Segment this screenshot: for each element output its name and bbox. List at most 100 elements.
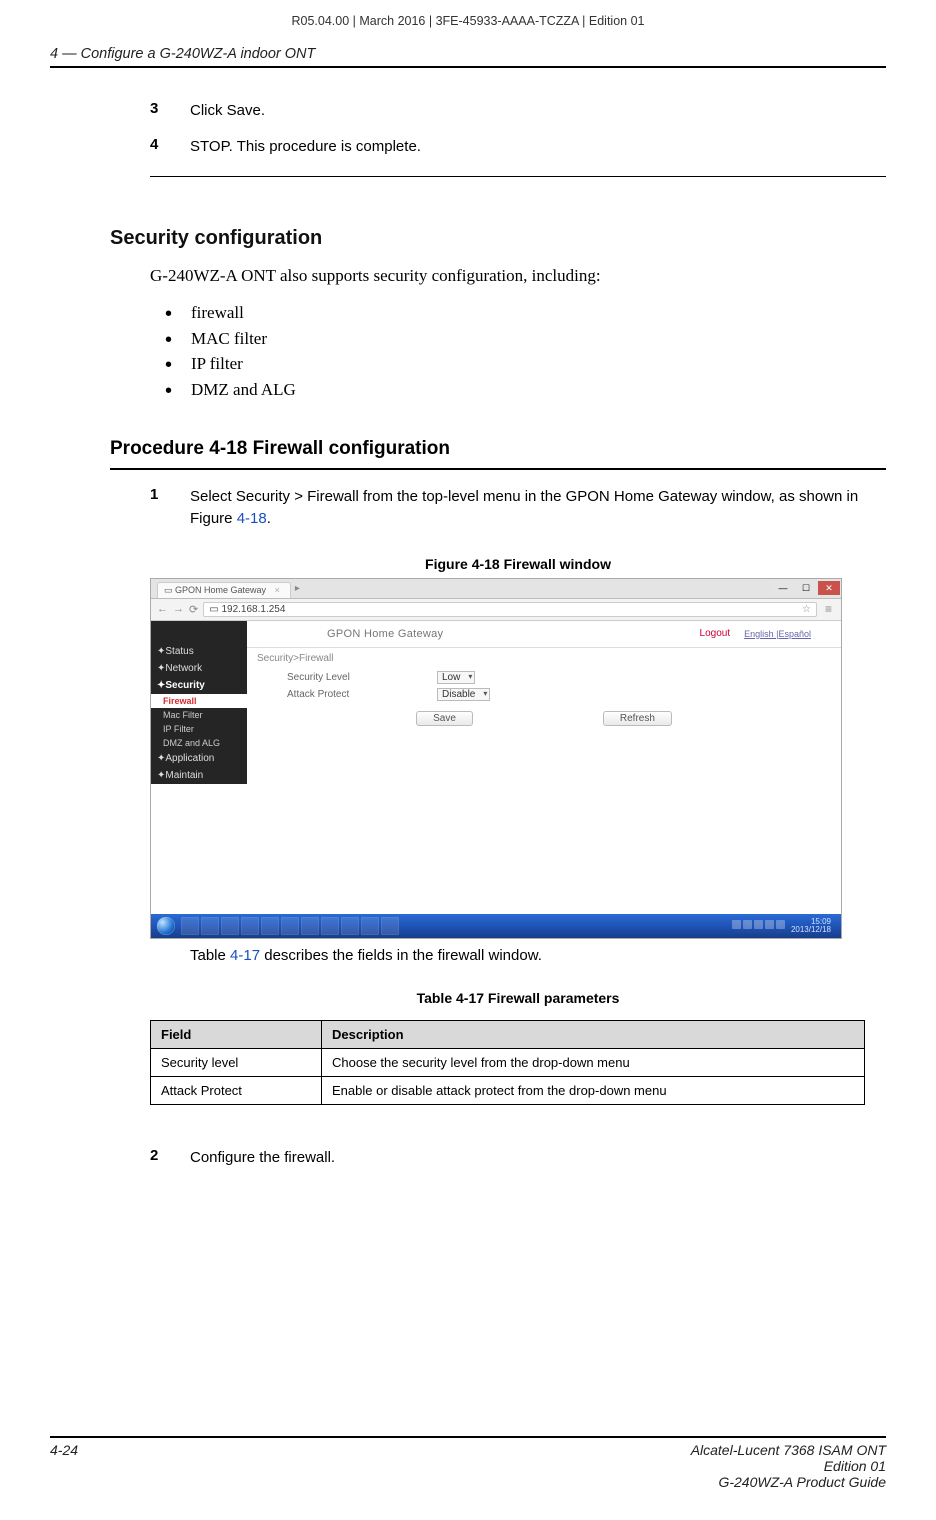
- taskbar-icons: [181, 917, 399, 935]
- sidebar-item-label: Network: [165, 663, 202, 674]
- taskbar-app-icon[interactable]: [201, 917, 219, 935]
- taskbar-app-icon[interactable]: [361, 917, 379, 935]
- table-cell: Choose the security level from the drop-…: [322, 1049, 865, 1077]
- step-text: Click Save.: [190, 100, 886, 122]
- table-link[interactable]: 4-17: [230, 947, 260, 964]
- footer-line: Edition 01: [691, 1458, 886, 1474]
- figure-link[interactable]: 4-18: [237, 510, 267, 527]
- language-links[interactable]: English |Español: [744, 629, 811, 639]
- taskbar-app-icon[interactable]: [261, 917, 279, 935]
- procedure-rule: [110, 468, 886, 470]
- parameters-table: Field Description Security level Choose …: [150, 1020, 865, 1105]
- taskbar-app-icon[interactable]: [341, 917, 359, 935]
- sidebar-sub-macfilter[interactable]: Mac Filter: [151, 708, 247, 722]
- sidebar-item-maintain[interactable]: ✦Maintain: [151, 767, 247, 784]
- taskbar-app-icon[interactable]: [301, 917, 319, 935]
- app-header: GPON Home Gateway Logout English |Españo…: [247, 621, 841, 648]
- text-suffix: describes the fields in the firewall win…: [260, 947, 542, 964]
- step-text: Select Security > Firewall from the top-…: [190, 486, 886, 530]
- maximize-button[interactable]: ☐: [795, 581, 817, 595]
- table-cell: Security level: [151, 1049, 322, 1077]
- footer-rule: [50, 1436, 886, 1438]
- attack-protect-select[interactable]: Disable: [437, 688, 490, 701]
- list-item: firewall: [165, 300, 886, 326]
- text-prefix: Table: [190, 947, 230, 964]
- back-icon[interactable]: ←: [157, 603, 168, 615]
- bookmark-icon[interactable]: ☆: [802, 604, 811, 615]
- sidebar-sub-dmzalg[interactable]: DMZ and ALG: [151, 736, 247, 750]
- field-label: Attack Protect: [287, 689, 437, 700]
- footer-line: G-240WZ-A Product Guide: [691, 1474, 886, 1490]
- step-text: Configure the firewall.: [190, 1147, 886, 1169]
- tray-icons[interactable]: [730, 920, 785, 931]
- browser-toolbar: ← → ⟳ ▭ 192.168.1.254 ☆ ≡: [151, 599, 841, 621]
- chapter-header: 4 — Configure a G-240WZ-A indoor ONT: [50, 46, 886, 62]
- sidebar-item-security[interactable]: ✦Security: [151, 677, 247, 694]
- section-title: Security configuration: [110, 227, 886, 250]
- table-header: Field: [151, 1021, 322, 1049]
- close-icon[interactable]: ×: [275, 585, 280, 595]
- step-text-suffix: .: [267, 510, 271, 527]
- page-icon: ▭: [209, 604, 221, 615]
- taskbar-app-icon[interactable]: [381, 917, 399, 935]
- doc-meta: R05.04.00 | March 2016 | 3FE-45933-AAAA-…: [50, 14, 886, 28]
- list-item: IP filter: [165, 351, 886, 377]
- sidebar-item-label: Status: [165, 646, 193, 657]
- start-button[interactable]: [157, 917, 175, 935]
- url-bar[interactable]: ▭ 192.168.1.254 ☆: [203, 602, 817, 617]
- sidebar-item-label: Security: [165, 680, 204, 691]
- sidebar-item-status[interactable]: ✦Status: [151, 643, 247, 660]
- list-item: DMZ and ALG: [165, 377, 886, 403]
- sidebar-item-label: Maintain: [165, 770, 203, 781]
- app-title: GPON Home Gateway: [327, 628, 443, 640]
- browser-tab[interactable]: ▭ GPON Home Gateway ×: [157, 582, 291, 598]
- section-intro: G-240WZ-A ONT also supports security con…: [150, 264, 886, 289]
- taskbar-app-icon[interactable]: [221, 917, 239, 935]
- page-number: 4-24: [50, 1442, 78, 1490]
- page-icon: ▭: [164, 585, 175, 595]
- breadcrumb: Security>Firewall: [247, 648, 841, 669]
- reload-icon[interactable]: ⟳: [189, 603, 198, 616]
- sidebar-sub-firewall[interactable]: Firewall: [151, 694, 247, 708]
- save-button[interactable]: Save: [416, 711, 473, 726]
- sidebar-item-network[interactable]: ✦Network: [151, 660, 247, 677]
- figure-caption: Figure 4-18 Firewall window: [150, 556, 886, 572]
- new-tab-button[interactable]: ▸: [295, 583, 300, 594]
- window-close-button[interactable]: ✕: [818, 581, 840, 595]
- step-text: STOP. This procedure is complete.: [190, 136, 886, 158]
- taskbar-app-icon[interactable]: [321, 917, 339, 935]
- security-level-select[interactable]: Low: [437, 671, 475, 684]
- step-text-prefix: Select Security > Firewall from the top-…: [190, 488, 858, 527]
- menu-icon[interactable]: ≡: [822, 602, 835, 616]
- tray-date: 2013/12/18: [791, 925, 831, 934]
- sidebar-sub-ipfilter[interactable]: IP Filter: [151, 722, 247, 736]
- taskbar-app-icon[interactable]: [281, 917, 299, 935]
- step-number: 3: [150, 100, 190, 122]
- step-number: 1: [150, 486, 190, 530]
- post-figure-text: Table 4-17 describes the fields in the f…: [190, 945, 886, 967]
- procedure-end-rule: [150, 176, 886, 177]
- url-text: 192.168.1.254: [221, 604, 285, 615]
- procedure-title: Procedure 4-18 Firewall configuration: [110, 438, 886, 460]
- tray-clock[interactable]: 15:09 2013/12/18: [791, 918, 831, 934]
- table-cell: Enable or disable attack protect from th…: [322, 1077, 865, 1105]
- bullet-list: firewall MAC filter IP filter DMZ and AL…: [165, 300, 886, 402]
- step-number: 4: [150, 136, 190, 158]
- taskbar-app-icon[interactable]: [181, 917, 199, 935]
- minimize-button[interactable]: —: [772, 581, 794, 595]
- field-label: Security Level: [287, 672, 437, 683]
- forward-icon[interactable]: →: [173, 603, 184, 615]
- logout-link[interactable]: Logout: [700, 628, 731, 639]
- sidebar: ✦Status ✦Network ✦Security Firewall Mac …: [151, 621, 247, 784]
- taskbar-app-icon[interactable]: [241, 917, 259, 935]
- footer-line: Alcatel-Lucent 7368 ISAM ONT: [691, 1442, 886, 1458]
- table-row: Security level Choose the security level…: [151, 1049, 865, 1077]
- header-rule: [50, 66, 886, 68]
- taskbar: 15:09 2013/12/18: [151, 914, 841, 938]
- table-caption: Table 4-17 Firewall parameters: [150, 990, 886, 1006]
- sidebar-item-application[interactable]: ✦Application: [151, 750, 247, 767]
- table-header: Description: [322, 1021, 865, 1049]
- refresh-button[interactable]: Refresh: [603, 711, 672, 726]
- list-item: MAC filter: [165, 326, 886, 352]
- step-number: 2: [150, 1147, 190, 1169]
